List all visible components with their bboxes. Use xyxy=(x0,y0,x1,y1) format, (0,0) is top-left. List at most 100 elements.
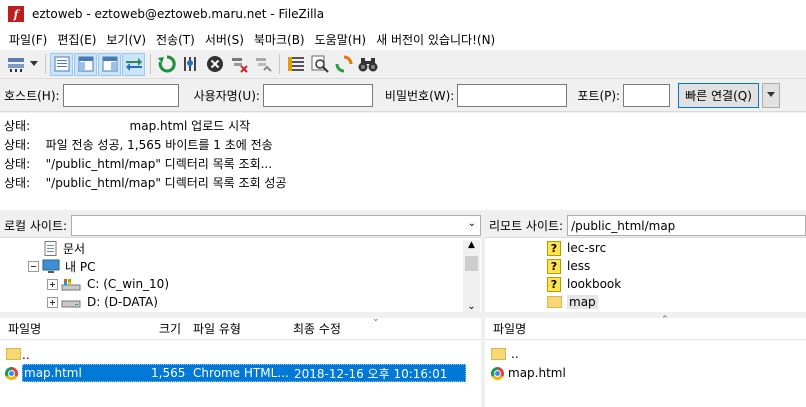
tree-item-less[interactable]: ? less xyxy=(547,257,590,275)
chrome-html-icon xyxy=(491,366,504,380)
chrome-html-icon xyxy=(5,366,18,380)
tree-item-drive-d[interactable]: D: (D-DATA) xyxy=(47,293,158,311)
quickconnect-dropdown[interactable] xyxy=(761,82,780,108)
log-message: "/public_html/map" 디렉터리 목록 조회... xyxy=(38,157,273,171)
local-site-label: 로컬 사이트: xyxy=(4,219,68,233)
tree-item-map[interactable]: map xyxy=(547,293,598,311)
log-status-label: 상태: xyxy=(4,157,31,171)
host-input[interactable] xyxy=(62,83,179,107)
menu-transfer[interactable]: 전송(T) xyxy=(151,31,200,48)
tree-item-drive-c[interactable]: C: (C_win_10) xyxy=(47,275,169,293)
comparison-button[interactable] xyxy=(308,53,331,76)
file-name: .. xyxy=(511,347,519,361)
chevron-down-icon xyxy=(766,92,775,97)
message-log: 상태: map.html 업로드 시작 상태: 파일 전송 성공, 1,565 … xyxy=(0,113,806,210)
table-row[interactable]: map.html 1,565 Chrome HTML... 2018-12-16… xyxy=(5,364,466,382)
remote-site-input[interactable]: /public_html/map xyxy=(567,215,806,236)
expand-icon[interactable] xyxy=(47,296,58,308)
toolbar-separator xyxy=(279,54,280,74)
sort-indicator-icon: ⌃ xyxy=(661,315,669,325)
chevron-down-icon[interactable]: ⌄ xyxy=(468,218,476,229)
scroll-thumb[interactable] xyxy=(465,256,478,271)
tree-item-label: D: (D-DATA) xyxy=(87,295,158,309)
site-manager-icon xyxy=(7,58,24,72)
port-label: 포트(P): xyxy=(577,88,621,103)
expand-icon[interactable] xyxy=(47,278,58,290)
toggle-queue-icon xyxy=(125,58,142,71)
toggle-remote-tree-button[interactable] xyxy=(98,52,121,76)
tree-item-label: lec-src xyxy=(567,241,607,255)
folder-icon xyxy=(491,348,506,360)
password-input[interactable] xyxy=(457,83,568,107)
menu-bar: 파일(F) 편집(E) 보기(V) 전송(T) 서버(S) 북마크(B) 도움말… xyxy=(0,28,806,50)
column-filename[interactable]: 파일명 xyxy=(493,320,526,337)
scroll-down-icon[interactable]: ⌄ xyxy=(463,301,480,312)
cancel-icon xyxy=(206,56,223,72)
menu-server[interactable]: 서버(S) xyxy=(200,31,249,48)
computer-icon xyxy=(42,259,60,273)
tree-item-documents[interactable]: 문서 xyxy=(44,239,85,257)
tree-item-lec-src[interactable]: ? lec-src xyxy=(547,239,606,257)
file-modified: 2018-12-16 오후 10:16:01 xyxy=(294,366,448,381)
log-message: 파일 전송 성공, 1,565 바이트를 1 초에 전송 xyxy=(38,138,273,152)
local-tree-pane: 로컬 사이트: ⌄ 문서 내 PC C: (C_win_10) D: (D-DA… xyxy=(0,214,481,312)
refresh-icon xyxy=(157,55,176,73)
sync-browsing-icon xyxy=(335,55,352,73)
reconnect-button[interactable] xyxy=(251,53,274,76)
column-filetype[interactable]: 파일 유형 xyxy=(193,320,241,337)
local-site-input[interactable]: ⌄ xyxy=(71,215,481,236)
log-message: map.html 업로드 시작 xyxy=(38,119,251,133)
toggle-log-button[interactable] xyxy=(50,52,73,76)
quickconnect-button[interactable]: 빠른 연결(Q) xyxy=(678,82,759,108)
menu-edit[interactable]: 편집(E) xyxy=(52,31,101,48)
unknown-folder-icon: ? xyxy=(547,240,561,256)
scroll-up-icon[interactable]: ▲ xyxy=(463,240,480,254)
file-name: map.html xyxy=(508,366,566,380)
toggle-remote-tree-icon xyxy=(102,56,117,72)
username-input[interactable] xyxy=(262,83,373,107)
file-name: map.html xyxy=(24,366,82,380)
dropdown-arrow-icon xyxy=(30,61,38,66)
password-label: 비밀번호(W): xyxy=(384,88,455,103)
toggle-local-tree-button[interactable] xyxy=(74,52,97,76)
list-item[interactable]: .. xyxy=(491,345,519,363)
port-input[interactable] xyxy=(623,83,671,107)
tree-item-label: map xyxy=(567,295,598,309)
table-row[interactable]: map.html xyxy=(491,364,566,382)
window-title: eztoweb - eztoweb@eztoweb.maru.net - Fil… xyxy=(32,7,325,21)
local-list-header: 파일명 크기 파일 유형 최종 수정 ⌄ xyxy=(0,314,481,340)
log-line: 상태: "/public_html/map" 디렉터리 목록 조회... xyxy=(0,154,806,173)
disconnect-button[interactable] xyxy=(227,53,250,76)
reconnect-icon xyxy=(255,58,272,72)
process-queue-button[interactable] xyxy=(179,53,202,76)
filter-button[interactable] xyxy=(284,53,307,76)
toggle-log-icon xyxy=(54,56,69,72)
toggle-queue-button[interactable] xyxy=(122,52,145,76)
site-manager-dropdown[interactable] xyxy=(28,53,40,76)
menu-file[interactable]: 파일(F) xyxy=(4,31,52,48)
menu-view[interactable]: 보기(V) xyxy=(101,31,151,48)
filezilla-icon: f xyxy=(8,6,24,22)
log-status-label: 상태: xyxy=(4,176,31,190)
menu-bookmarks[interactable]: 북마크(B) xyxy=(249,31,310,48)
column-last-modified[interactable]: 최종 수정 xyxy=(293,320,341,337)
cancel-button[interactable] xyxy=(203,53,226,76)
file-size: 1,565 xyxy=(151,366,186,380)
site-manager-button[interactable] xyxy=(4,53,27,76)
sync-browsing-button[interactable] xyxy=(332,53,355,76)
disconnect-icon xyxy=(231,58,248,73)
tree-item-lookbook[interactable]: ? lookbook xyxy=(547,275,621,293)
toolbar xyxy=(0,50,806,78)
local-tree-scrollbar[interactable]: ▲ ⌄ xyxy=(463,240,480,312)
log-line: 상태: map.html 업로드 시작 xyxy=(0,116,806,135)
process-queue-icon xyxy=(183,57,196,71)
refresh-button[interactable] xyxy=(155,53,178,76)
column-filename[interactable]: 파일명 xyxy=(8,320,41,337)
menu-help[interactable]: 도움말(H) xyxy=(310,31,372,48)
folder-icon xyxy=(6,348,21,360)
tree-item-my-pc[interactable]: 내 PC xyxy=(28,257,95,275)
search-button[interactable] xyxy=(356,53,379,76)
column-size[interactable]: 크기 xyxy=(159,320,181,337)
collapse-icon[interactable] xyxy=(28,260,39,272)
menu-new-version[interactable]: 새 버전이 있습니다!(N) xyxy=(371,31,500,48)
